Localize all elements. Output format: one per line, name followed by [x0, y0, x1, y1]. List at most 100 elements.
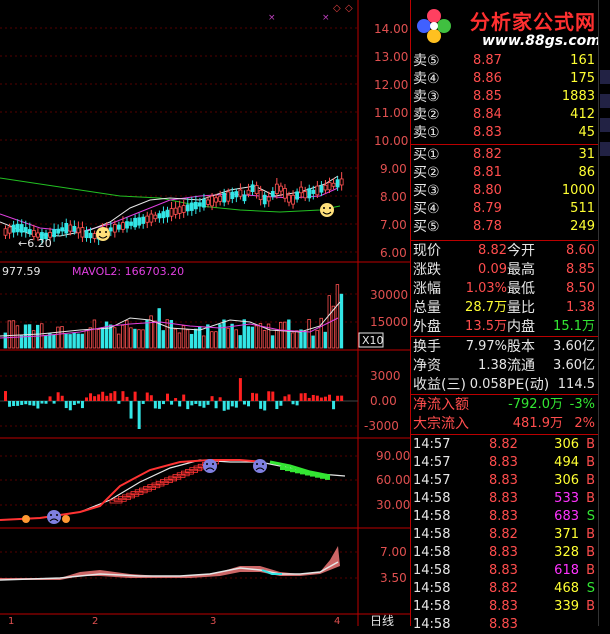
tick-side: S	[586, 509, 595, 524]
tick-side: B	[586, 437, 595, 452]
flow-row[interactable]: 净流入额 -792.0万 -3%	[411, 396, 599, 414]
candle-body	[299, 186, 304, 194]
ask-volume: 161	[570, 53, 595, 68]
ask-volume: 1883	[561, 89, 595, 104]
stat-label: 外盘	[413, 319, 441, 335]
flow-bar-positive	[48, 396, 52, 401]
flow-bar-positive	[85, 397, 88, 401]
tick-row[interactable]: 14:58 8.83	[411, 616, 599, 634]
toolbar-button[interactable]	[600, 94, 610, 108]
stat-value: 3.60亿	[553, 358, 595, 373]
flow-bar-negative	[72, 401, 76, 405]
fruit-icon	[62, 515, 70, 523]
tick-row[interactable]: 14:57 8.83 494 B	[411, 454, 599, 472]
flow-bar-positive	[283, 396, 287, 401]
flow-row[interactable]: 大宗流入 481.9万 2%	[411, 415, 599, 433]
flow-bar-positive	[166, 393, 169, 401]
tick-row[interactable]: 14:58 8.83 618 B	[411, 562, 599, 580]
tick-row[interactable]: 14:58 8.83 683 S	[411, 508, 599, 526]
flow-bar-negative	[234, 401, 238, 408]
candle-body	[181, 205, 186, 213]
price-tick: 12.00	[374, 78, 408, 92]
flow-bar-negative	[198, 401, 202, 407]
logo-url: www.88gs.com	[482, 33, 601, 49]
tick-row[interactable]: 14:57 8.83 306 B	[411, 472, 599, 490]
tick-side: B	[586, 527, 595, 542]
bid-row[interactable]: 买⑤ 8.78 249	[411, 218, 599, 236]
ind1-step-green	[285, 467, 290, 472]
stat-row[interactable]: 总量 28.7万 量比 1.38	[411, 299, 599, 317]
ask-row[interactable]: 卖② 8.84 412	[411, 106, 599, 124]
period-tab-daily[interactable]: 日线	[370, 614, 394, 626]
right-toolbar-strip[interactable]	[598, 0, 610, 626]
candle-body	[68, 224, 73, 232]
candle-body	[169, 208, 174, 217]
toolbar-button[interactable]	[600, 70, 610, 84]
bid-row[interactable]: 买① 8.82 31	[411, 146, 599, 164]
candle-body	[88, 232, 93, 239]
stat-row[interactable]: 换手 7.97% 股本 3.60亿	[411, 338, 599, 356]
candle-body	[149, 213, 154, 223]
sad-face-icon	[203, 459, 217, 473]
bid-row[interactable]: 买④ 8.79 511	[411, 200, 599, 218]
bid-row[interactable]: 买② 8.81 86	[411, 164, 599, 182]
toolbar-button[interactable]	[600, 142, 610, 156]
stat-row[interactable]: 涨幅 1.03% 最低 8.50	[411, 280, 599, 298]
flow-bar-negative	[206, 401, 210, 405]
flow-bar-positive	[210, 396, 214, 401]
candle-body	[15, 223, 20, 233]
flow-bar-positive	[336, 395, 340, 401]
volume-bar	[258, 323, 263, 349]
toolbar-button[interactable]	[600, 118, 610, 132]
flow-bar-positive	[149, 395, 153, 401]
candle-body	[262, 194, 267, 205]
ask-row[interactable]: 卖④ 8.86 175	[411, 70, 599, 88]
quote-panel: 卖⑤ 8.87 161 卖④ 8.86 175 卖③ 8.85 1883 卖② 8.84 412 卖① 8…	[410, 0, 599, 632]
stat-row[interactable]: 现价 8.82 今开 8.60	[411, 242, 599, 260]
candle-body	[161, 211, 166, 219]
tick-side: B	[586, 455, 595, 470]
flow-bar-negative	[40, 401, 44, 404]
tick-row[interactable]: 14:57 8.82 306 B	[411, 436, 599, 454]
candle-body	[331, 182, 336, 187]
volume-bar	[315, 329, 319, 349]
volume-bar	[262, 330, 267, 349]
stat-row[interactable]: 涨跌 0.09 最高 8.85	[411, 261, 599, 279]
stat-row[interactable]: 外盘 13.5万 内盘 15.1万	[411, 318, 599, 336]
candle-body	[56, 228, 61, 234]
flow-bar-positive	[315, 395, 319, 401]
flow-bar-positive	[182, 394, 186, 401]
vol-scale-label: X10	[362, 334, 384, 347]
stat-row[interactable]: 净资 1.38 流通 3.60亿	[411, 357, 599, 375]
bid-row[interactable]: 买③ 8.80 1000	[411, 182, 599, 200]
tick-row[interactable]: 14:58 8.82 468 S	[411, 580, 599, 598]
flow-bar-negative	[295, 401, 299, 406]
tick-row[interactable]: 14:58 8.82 371 B	[411, 526, 599, 544]
flow-bar-positive	[307, 397, 311, 401]
tick-row[interactable]: 14:58 8.83 339 B	[411, 598, 599, 616]
flow-bar-negative	[64, 401, 68, 409]
ask-volume: 45	[578, 125, 595, 140]
candle-body	[72, 225, 77, 232]
tick-row[interactable]: 14:58 8.83 328 B	[411, 544, 599, 562]
flow-tick: 3000	[370, 369, 401, 383]
volume-bar	[133, 328, 137, 349]
candle-body	[274, 183, 279, 194]
volume-bar	[246, 326, 250, 349]
ask-row[interactable]: 卖⑤ 8.87 161	[411, 52, 599, 70]
ask-row[interactable]: 卖① 8.83 45	[411, 124, 599, 142]
volume-bar	[270, 335, 275, 349]
x-tick: 2	[92, 616, 98, 626]
flow-bar-positive	[218, 397, 222, 401]
bid-volume: 86	[578, 165, 595, 180]
ask-row[interactable]: 卖③ 8.85 1883	[411, 88, 599, 106]
chart-area[interactable]: 14.00 13.00 12.00 11.00 10.00 9.00 8.00 …	[0, 0, 410, 626]
candle-body	[327, 182, 332, 191]
tick-row[interactable]: 14:58 8.83 533 B	[411, 490, 599, 508]
flow-bar-negative	[36, 401, 40, 409]
stat-value: 0.09	[478, 262, 507, 277]
candle-body	[210, 195, 214, 207]
volume-bar	[56, 326, 60, 349]
flow-bar-negative	[230, 401, 234, 407]
stat-row[interactable]: 收益(三) 0.058 PE(动) 114.5	[411, 376, 599, 394]
